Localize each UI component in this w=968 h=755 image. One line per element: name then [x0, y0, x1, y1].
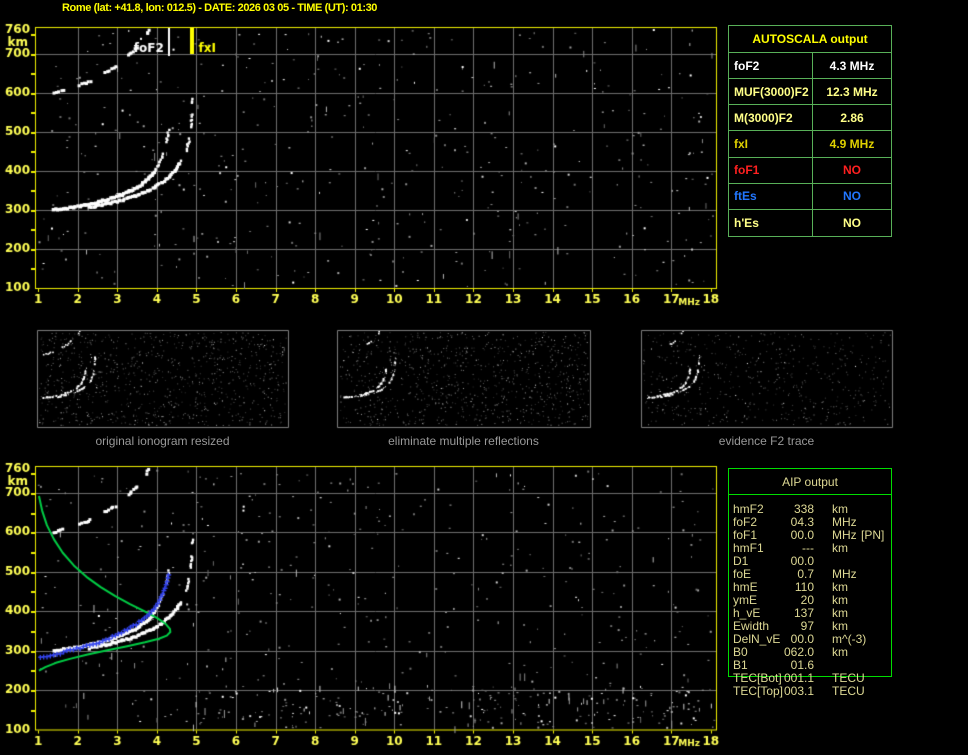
- param-value: NO: [843, 163, 861, 178]
- panel-caption-reflections: eliminate multiple reflections: [388, 434, 539, 448]
- autoscala-output-table: AUTOSCALA output foF2 4.3 MHz MUF(3000)F2 1…: [728, 25, 892, 237]
- param-label: foF2: [729, 53, 813, 79]
- panel-caption-original: original ionogram resized: [95, 434, 230, 448]
- autoscala-table-rows: foF2 4.3 MHz MUF(3000)F2 12.3 MHz M(3000)F2 2…: [729, 53, 891, 236]
- aip-row-tectop: TEC[Top] 003.1 TECU: [728, 685, 892, 698]
- param-label: fxI: [729, 131, 813, 157]
- param-value: NO: [843, 189, 861, 204]
- autoscala-row-fxi: fxI 4.9 MHz: [729, 131, 891, 158]
- param-value: 2.86: [840, 110, 864, 125]
- aip-ex: [PN]: [861, 528, 885, 542]
- autoscala-row-fof2: foF2 4.3 MHz: [729, 53, 891, 80]
- autoscala-row-ftes: ftEs NO: [729, 183, 891, 210]
- aip-table-rows: hmF2 338 km foF2 04.3 MHz foF1 00.0 MHz [PN] hmF1-…: [728, 503, 892, 698]
- aip-vl: 003.1: [783, 684, 814, 698]
- param-value: 4.3 MHz: [829, 58, 875, 73]
- station-title: Rome (lat: +41.8, lon: 012.5) - DATE: 20…: [62, 2, 378, 14]
- autoscala-row-muf3000f2: MUF(3000)F2 12.3 MHz: [729, 79, 891, 106]
- param-value: NO: [843, 215, 861, 230]
- param-label: h'Es: [729, 209, 813, 236]
- param-label: ftEs: [729, 183, 813, 209]
- aip-un: km: [832, 645, 848, 659]
- aip-un: TECU: [832, 684, 865, 698]
- param-label: M(3000)F2: [729, 105, 813, 131]
- param-label: foF1: [729, 157, 813, 183]
- autoscala-row-hes: h'Es NO: [729, 209, 891, 236]
- param-label: MUF(3000)F2: [729, 79, 813, 105]
- param-value: 12.3 MHz: [826, 84, 878, 99]
- panel-caption-f2trace: evidence F2 trace: [718, 434, 815, 448]
- aip-table-title: AIP output: [729, 469, 891, 495]
- aip-un: km: [832, 541, 848, 555]
- autoscala-row-m3000f2: M(3000)F2 2.86: [729, 105, 891, 132]
- autoscala-table-title: AUTOSCALA output: [729, 26, 891, 53]
- param-value: 4.9 MHz: [829, 136, 875, 151]
- autoscala-row-fof1: foF1 NO: [729, 157, 891, 184]
- autoscala-screen: Rome (lat: +41.8, lon: 012.5) - DATE: 20…: [0, 0, 968, 755]
